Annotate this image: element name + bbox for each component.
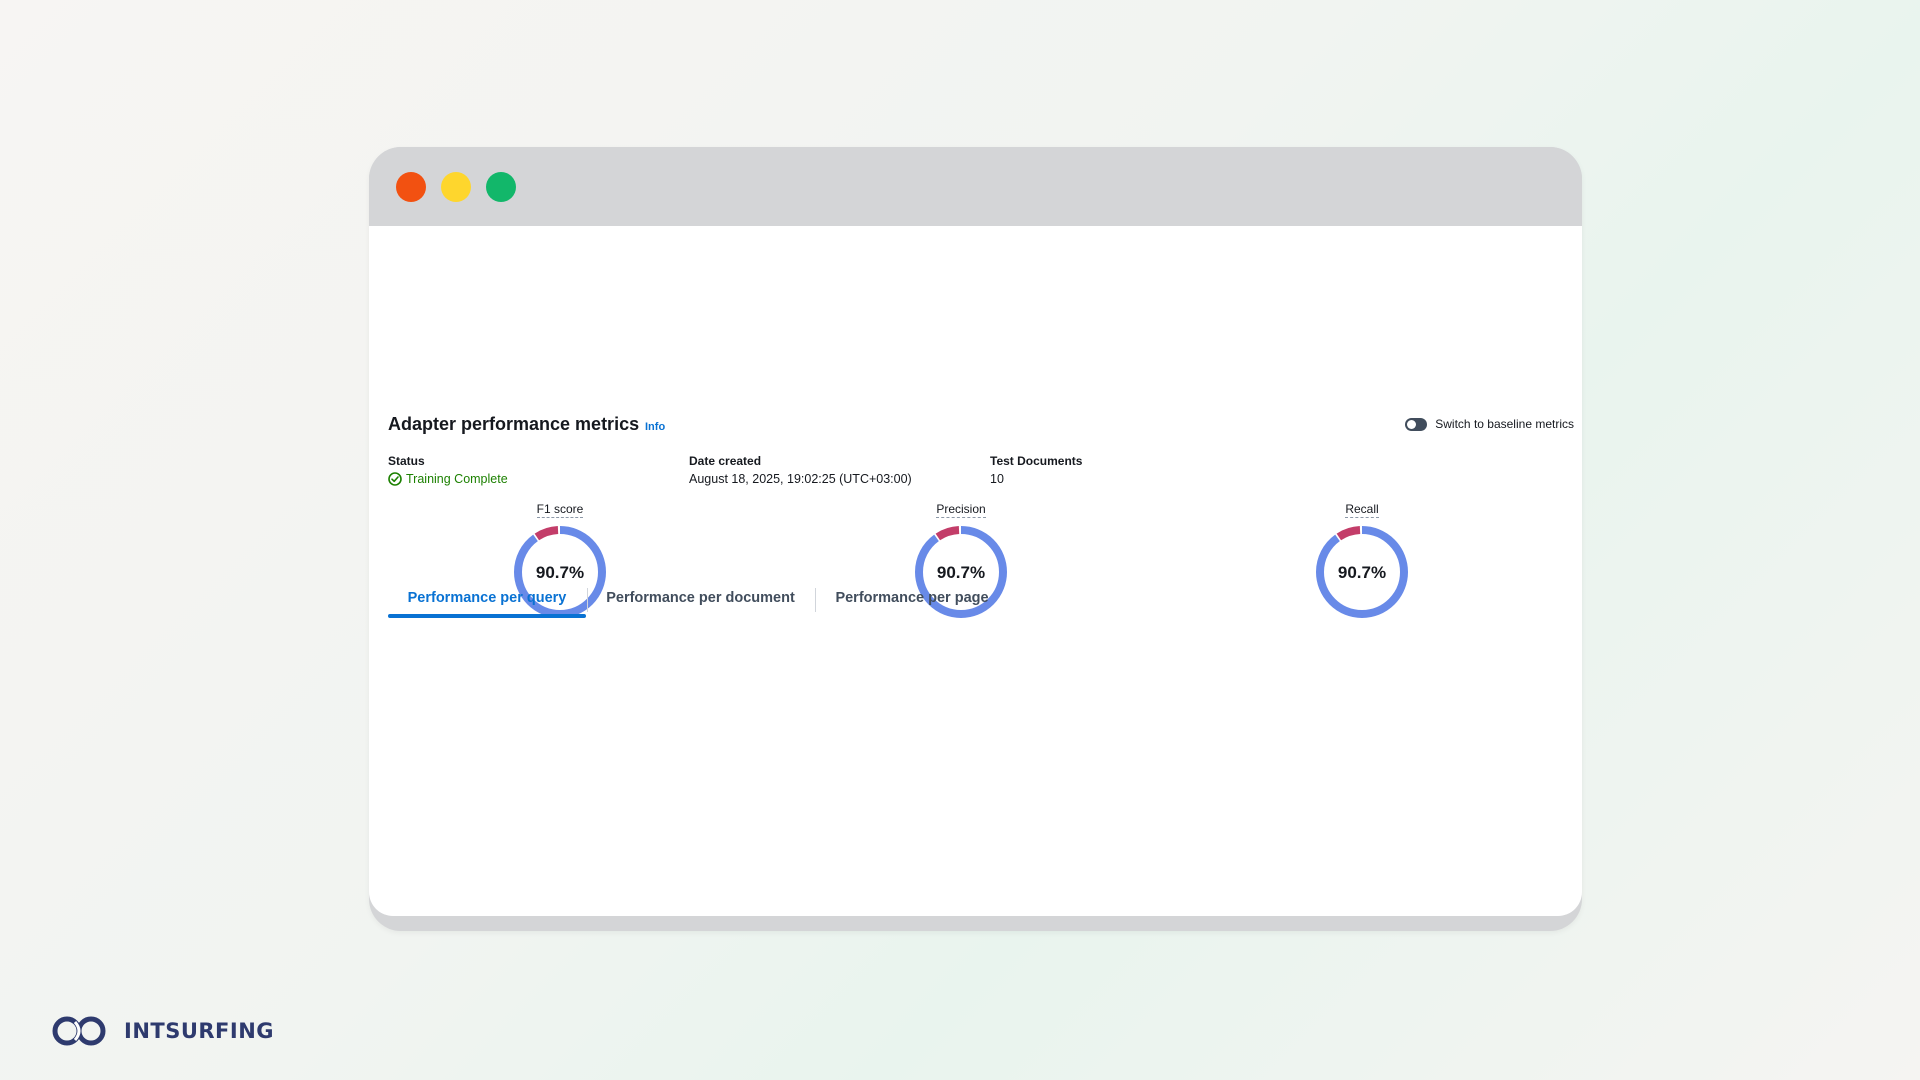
status-field: Status Training Complete xyxy=(388,454,508,486)
minimize-window-button[interactable] xyxy=(441,172,471,202)
close-window-button[interactable] xyxy=(396,172,426,202)
tab-label: Performance per query xyxy=(407,590,567,606)
date-created-label: Date created xyxy=(689,454,762,468)
donut-chart: 90.7% xyxy=(1316,526,1408,618)
gauge-value: 90.7% xyxy=(1338,563,1386,582)
date-created-field: Date created August 18, 2025, 19:02:25 (… xyxy=(689,454,912,486)
date-created-value: August 18, 2025, 19:02:25 (UTC+03:00) xyxy=(689,472,912,486)
status-value: Training Complete xyxy=(388,472,508,486)
gauge-label[interactable]: F1 score xyxy=(536,502,584,518)
status-label: Status xyxy=(388,454,425,468)
test-documents-value: 10 xyxy=(990,472,1004,486)
browser-window: Adapter performance metrics Info Switch … xyxy=(369,147,1582,931)
check-circle-icon xyxy=(388,472,402,486)
toggle-switch[interactable] xyxy=(1405,417,1428,431)
gauge-label[interactable]: Recall xyxy=(1345,502,1379,518)
tab-performance-per-document[interactable]: Performance per document xyxy=(588,578,813,618)
brand-logo: INTSURFING xyxy=(49,1014,274,1048)
window-titlebar xyxy=(369,147,1582,226)
test-documents-field: Test Documents 10 xyxy=(990,454,1082,486)
toggle-knob xyxy=(1407,419,1417,429)
page-content: Adapter performance metrics Info Switch … xyxy=(369,226,1582,916)
maximize-window-button[interactable] xyxy=(486,172,516,202)
recall-gauge: Recall 90.7% xyxy=(1292,500,1432,622)
gauge-label[interactable]: Precision xyxy=(936,502,986,518)
tab-label: Performance per document xyxy=(606,590,795,606)
active-tab-indicator xyxy=(388,614,586,618)
toggle-label: Switch to baseline metrics xyxy=(1435,417,1574,431)
infinity-loop-logo xyxy=(52,1016,106,1046)
brand-name: INTSURFING xyxy=(124,1019,275,1043)
tab-label: Performance per page xyxy=(835,590,989,606)
status-text: Training Complete xyxy=(406,472,508,486)
info-link[interactable]: Info xyxy=(645,421,665,433)
baseline-toggle[interactable]: Switch to baseline metrics xyxy=(1405,417,1574,431)
tab-performance-per-page[interactable]: Performance per page xyxy=(816,578,1008,618)
page-title: Adapter performance metrics xyxy=(388,414,640,434)
test-documents-label: Test Documents xyxy=(990,454,1083,468)
tab-performance-per-query[interactable]: Performance per query xyxy=(388,578,586,618)
